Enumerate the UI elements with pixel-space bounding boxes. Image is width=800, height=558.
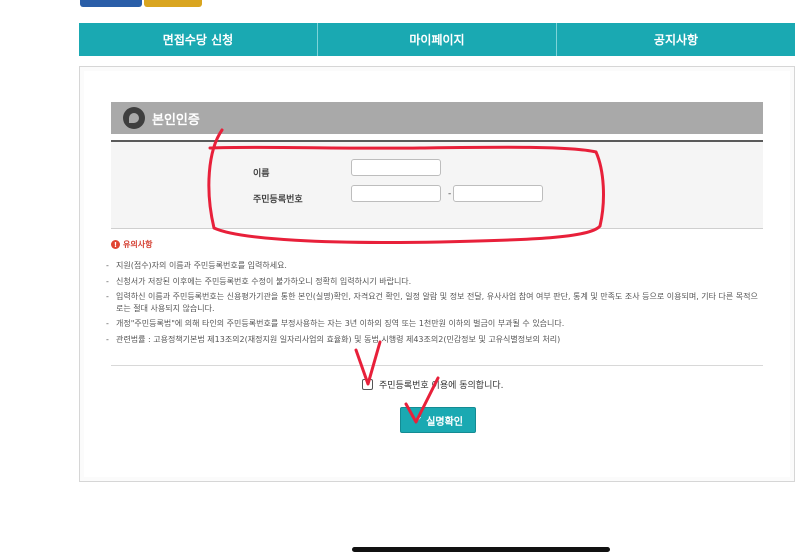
divider xyxy=(111,365,763,366)
speech-bubble-icon xyxy=(123,107,145,129)
tab-interview-allowance[interactable]: 면접수당 신청 xyxy=(79,23,318,56)
confirm-identity-button[interactable]: ✔ 실명확인 xyxy=(400,407,476,433)
list-item: 지원(접수)자의 이름과 주민등록번호를 입력하세요. xyxy=(106,260,762,272)
checkmark-icon: ✔ xyxy=(412,413,423,427)
consent-checkbox[interactable] xyxy=(362,379,373,390)
list-item: 관련법률 : 고용정책기본법 제13조의2(재정지원 일자리사업의 효율화) 및… xyxy=(106,334,762,346)
tab-notices[interactable]: 공지사항 xyxy=(557,23,795,56)
list-item: 입력하신 이름과 주민등록번호는 신용평가기관을 통한 본인(실명)확인, 자격… xyxy=(106,291,762,314)
list-item: 개정"주민등록법"에 의해 타인의 주민등록번호를 부정사용하는 자는 3년 이… xyxy=(106,318,762,330)
identity-form: 이름 주민등록번호 - xyxy=(111,140,763,229)
name-label: 이름 xyxy=(253,169,270,179)
content-panel: 본인인증 이름 주민등록번호 - ! 유의사항 지원(접수)자의 이름과 주민등… xyxy=(79,66,795,482)
list-item: 신청서가 저장된 이후에는 주민등록번호 수정이 불가하오니 정확히 입력하시기… xyxy=(106,276,762,288)
logo xyxy=(80,0,210,8)
rrn-front-input[interactable] xyxy=(351,185,441,202)
tab-mypage[interactable]: 마이페이지 xyxy=(318,23,557,56)
notice-list: 지원(접수)자의 이름과 주민등록번호를 입력하세요. 신청서가 저장된 이후에… xyxy=(106,260,762,349)
logo-part-yellow xyxy=(144,0,202,7)
rrn-separator: - xyxy=(448,189,452,199)
consent-label: 주민등록번호 이용에 동의합니다. xyxy=(379,381,504,391)
notice-title: 유의사항 xyxy=(123,240,153,249)
main-nav: 면접수당 신청 마이페이지 공지사항 xyxy=(79,23,795,56)
home-indicator[interactable] xyxy=(352,547,610,552)
logo-part-blue xyxy=(80,0,142,7)
rrn-back-input[interactable] xyxy=(453,185,543,202)
name-input[interactable] xyxy=(351,159,441,176)
warning-icon: ! xyxy=(111,240,120,249)
confirm-button-label: 실명확인 xyxy=(426,416,464,428)
section-header: 본인인증 xyxy=(111,102,763,134)
section-title: 본인인증 xyxy=(152,112,200,128)
consent-row[interactable]: 주민등록번호 이용에 동의합니다. xyxy=(362,378,504,391)
notice-heading: ! 유의사항 xyxy=(111,239,152,250)
rrn-label: 주민등록번호 xyxy=(253,195,303,205)
